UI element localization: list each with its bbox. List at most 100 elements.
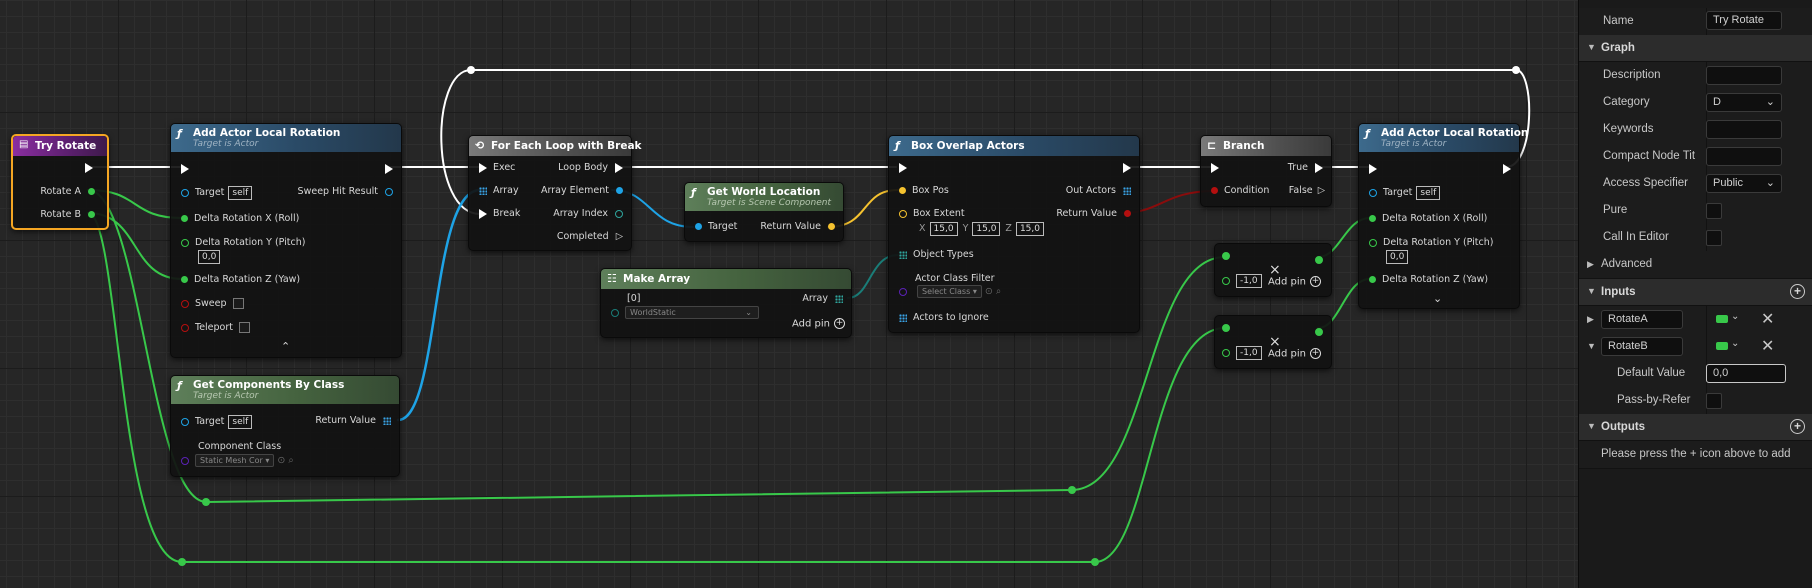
- multiply-in-a-pin[interactable]: [1222, 250, 1236, 261]
- name-field[interactable]: Try Rotate: [1706, 11, 1782, 30]
- return-value-pin[interactable]: Return Value: [1056, 208, 1131, 219]
- box-overlap-actors-node[interactable]: ƒ Box Overlap Actors Box Pos Out Actors …: [888, 135, 1140, 333]
- add-pin-button[interactable]: Add pin +: [792, 318, 845, 330]
- index-0-pin[interactable]: WorldStatic ⌄: [611, 306, 759, 319]
- exec-in-pin[interactable]: Exec: [479, 162, 515, 173]
- call-in-editor-checkbox[interactable]: [1706, 230, 1722, 246]
- sweep-hit-pin[interactable]: Sweep Hit Result: [298, 186, 393, 197]
- description-field[interactable]: [1706, 66, 1782, 85]
- object-types-pin[interactable]: Object Types: [899, 249, 974, 260]
- expand-arrow-icon[interactable]: ⌄: [1433, 292, 1442, 305]
- actors-to-ignore-pin[interactable]: Actors to Ignore: [899, 312, 989, 323]
- exec-out-pin[interactable]: [385, 163, 393, 174]
- condition-pin[interactable]: Condition: [1211, 185, 1269, 196]
- target-pin[interactable]: Target self: [181, 186, 253, 200]
- actor-class-filter-pin[interactable]: Select Class ▾ ⊙ ⌕: [899, 285, 1001, 298]
- expand-arrow-icon[interactable]: ▶: [1587, 314, 1594, 325]
- event-node-try-rotate[interactable]: ▤ Try Rotate Rotate A Rotate B: [11, 134, 109, 230]
- out-actors-pin[interactable]: Out Actors: [1066, 185, 1131, 196]
- component-class-dropdown[interactable]: Static Mesh Cor ▾: [195, 454, 275, 467]
- add-pin-button[interactable]: Add pin +: [1268, 348, 1321, 360]
- chevron-down-icon[interactable]: ⌄: [1731, 338, 1739, 349]
- target-pin[interactable]: Target self: [181, 415, 253, 429]
- multiply-in-a-pin[interactable]: [1222, 322, 1236, 333]
- false-pin[interactable]: False ▷: [1289, 185, 1325, 196]
- get-world-location-node[interactable]: ƒ Get World Location Target is Scene Com…: [684, 182, 844, 242]
- exec-in-pin[interactable]: [899, 162, 907, 173]
- graph-section-header[interactable]: ▼ Graph: [1579, 35, 1812, 62]
- exec-out-pin[interactable]: [1123, 162, 1131, 173]
- close-icon[interactable]: ✕: [1761, 309, 1774, 329]
- exec-out-pin[interactable]: [85, 162, 93, 173]
- chevron-down-icon[interactable]: ⌄: [1731, 311, 1739, 322]
- multiply-out-pin[interactable]: [1315, 254, 1323, 265]
- branch-node[interactable]: ⊏ Branch Condition True False ▷: [1200, 135, 1332, 207]
- sweep-pin[interactable]: Sweep: [181, 298, 244, 309]
- break-pin[interactable]: Break: [479, 208, 520, 219]
- rotate-b-pin[interactable]: Rotate B: [40, 209, 95, 220]
- float-type-icon[interactable]: [1716, 315, 1728, 323]
- return-value-pin[interactable]: Return Value: [760, 221, 835, 232]
- add-actor-local-rotation-node-2[interactable]: ƒ Add Actor Local Rotation Target is Act…: [1358, 123, 1528, 309]
- loop-body-pin[interactable]: Loop Body: [558, 162, 623, 173]
- exec-in-pin[interactable]: [181, 163, 189, 174]
- target-pin[interactable]: Target self: [1369, 186, 1441, 200]
- roll-pin[interactable]: Delta Rotation X (Roll): [1369, 213, 1487, 224]
- array-element-pin[interactable]: Array Element: [541, 185, 623, 196]
- box-extent-pin[interactable]: Box Extent: [899, 208, 965, 219]
- get-components-by-class-node[interactable]: ƒ Get Components By Class Target is Acto…: [170, 375, 400, 477]
- keywords-field[interactable]: [1706, 120, 1782, 139]
- advanced-row[interactable]: ▶ Advanced: [1579, 251, 1812, 279]
- yaw-pin[interactable]: Delta Rotation Z (Yaw): [181, 274, 300, 285]
- completed-pin[interactable]: Completed ▷: [557, 231, 623, 242]
- multiply-node-1[interactable]: × -1,0 Add pin +: [1214, 243, 1332, 297]
- extent-xyz[interactable]: X 15,0 Y 15,0 Z 15,0: [919, 222, 1044, 236]
- select-class-dropdown[interactable]: Select Class ▾: [917, 285, 982, 298]
- true-pin[interactable]: True: [1288, 162, 1323, 173]
- access-specifier-dropdown[interactable]: Public ⌄: [1706, 174, 1782, 193]
- pitch-value-field[interactable]: 0,0: [1386, 250, 1409, 264]
- return-value-pin[interactable]: Return Value: [315, 415, 391, 426]
- target-self-field[interactable]: self: [228, 415, 253, 429]
- collapse-arrow-icon[interactable]: ▼: [1587, 341, 1596, 351]
- exec-in-pin[interactable]: [1369, 163, 1377, 174]
- compact-node-title-field[interactable]: [1706, 147, 1782, 166]
- rotate-a-pin[interactable]: Rotate A: [40, 186, 95, 197]
- target-self-field[interactable]: self: [1416, 186, 1441, 200]
- array-out-pin[interactable]: Array: [802, 293, 843, 304]
- target-self-field[interactable]: self: [228, 186, 253, 200]
- array-in-pin[interactable]: Array: [479, 185, 519, 196]
- outputs-section-header[interactable]: ▼ Outputs +: [1579, 414, 1812, 441]
- pitch-value-field[interactable]: 0,0: [198, 250, 221, 264]
- collapse-arrow-icon[interactable]: ⌃: [281, 340, 290, 353]
- multiply-in-b-pin[interactable]: -1,0: [1222, 346, 1262, 360]
- teleport-pin[interactable]: Teleport: [181, 322, 250, 333]
- box-pos-pin[interactable]: Box Pos: [899, 185, 949, 196]
- close-icon[interactable]: ✕: [1761, 336, 1774, 356]
- category-dropdown[interactable]: D ⌄: [1706, 93, 1782, 112]
- exec-in-pin[interactable]: [1211, 162, 1219, 173]
- multiply-in-b-pin[interactable]: -1,0: [1222, 274, 1262, 288]
- input-a-name-field[interactable]: RotateA: [1601, 310, 1683, 329]
- for-each-loop-node[interactable]: ⟲ For Each Loop with Break Exec Array Br…: [468, 135, 642, 251]
- object-type-dropdown[interactable]: WorldStatic ⌄: [625, 306, 759, 319]
- input-b-name-field[interactable]: RotateB: [1601, 337, 1683, 356]
- float-type-icon[interactable]: [1716, 342, 1728, 350]
- multiply-out-pin[interactable]: [1315, 326, 1323, 337]
- yaw-pin[interactable]: Delta Rotation Z (Yaw): [1369, 274, 1488, 285]
- add-pin-button[interactable]: Add pin +: [1268, 276, 1321, 288]
- pure-checkbox[interactable]: [1706, 203, 1722, 219]
- target-pin[interactable]: Target: [695, 221, 737, 232]
- pass-by-ref-checkbox[interactable]: [1706, 393, 1722, 409]
- default-value-field[interactable]: 0,0: [1706, 364, 1786, 383]
- add-output-icon[interactable]: +: [1790, 419, 1805, 434]
- add-actor-local-rotation-node-1[interactable]: ƒ Add Actor Local Rotation Target is Act…: [170, 123, 402, 358]
- component-class-pin[interactable]: Static Mesh Cor ▾ ⊙ ⌕: [181, 454, 294, 467]
- teleport-checkbox[interactable]: [239, 322, 250, 333]
- exec-out-pin[interactable]: [1503, 163, 1511, 174]
- blueprint-graph[interactable]: ▤ Try Rotate Rotate A Rotate B ƒ Add Act…: [0, 0, 1578, 588]
- array-index-pin[interactable]: Array Index: [553, 208, 623, 219]
- multiply-node-2[interactable]: × -1,0 Add pin +: [1214, 315, 1332, 369]
- add-input-icon[interactable]: +: [1790, 284, 1805, 299]
- inputs-section-header[interactable]: ▼ Inputs +: [1579, 279, 1812, 306]
